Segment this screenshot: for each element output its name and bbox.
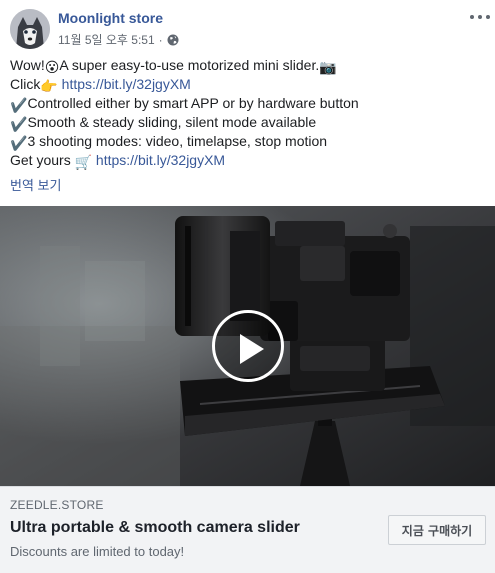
link-domain: ZEEDLE.STORE (10, 498, 104, 512)
link-description: Discounts are limited to today! (10, 544, 185, 559)
meta-separator: · (158, 32, 163, 47)
more-options-icon[interactable] (470, 10, 490, 24)
post-link-2[interactable]: https://bit.ly/32jgyXM (96, 152, 225, 168)
post-message: Wow!😮A super easy-to-use motorized mini … (10, 56, 485, 170)
link-preview-card[interactable]: ZEEDLE.STORE Ultra portable & smooth cam… (0, 486, 495, 573)
text-click: Click (10, 76, 41, 92)
post-timestamp[interactable]: 11월 5일 오후 5:51 (58, 31, 155, 48)
shopping-cart-icon: 🛒 (74, 154, 93, 170)
post-link-1[interactable]: https://bit.ly/32jgyXM (62, 76, 191, 92)
post-line-4: ✔️Smooth & steady sliding, silent mode a… (10, 113, 485, 132)
play-icon (240, 334, 264, 364)
page-avatar[interactable] (10, 9, 50, 49)
post-meta: 11월 5일 오후 5:51 · (58, 31, 179, 48)
link-title[interactable]: Ultra portable & smooth camera slider (10, 519, 300, 537)
play-button[interactable] (212, 310, 284, 382)
post-line-3: ✔️Controlled either by smart APP or by h… (10, 94, 485, 113)
post-line-6: Get yours 🛒 https://bit.ly/32jgyXM (10, 151, 485, 170)
text-feature-3: 3 shooting modes: video, timelapse, stop… (27, 133, 328, 149)
text-feature-1: Controlled either by smart APP or by har… (27, 95, 359, 111)
post-line-2: Click👉 https://bit.ly/32jgyXM (10, 75, 485, 94)
camera-icon: 📷 (319, 59, 337, 75)
text-feature-2: Smooth & steady sliding, silent mode ava… (27, 114, 317, 130)
page-name-link[interactable]: Moonlight store (58, 10, 163, 26)
globe-icon[interactable] (167, 34, 179, 46)
text-get-yours: Get yours (10, 152, 75, 168)
post-line-5: ✔️3 shooting modes: video, timelapse, st… (10, 132, 485, 151)
see-translation-link[interactable]: 번역 보기 (10, 175, 61, 194)
text-wow: Wow! (10, 57, 45, 73)
post-line-1: Wow!😮A super easy-to-use motorized mini … (10, 56, 485, 75)
text-headline: A super easy-to-use motorized mini slide… (59, 57, 320, 73)
shop-now-button[interactable]: 지금 구매하기 (388, 515, 486, 545)
post-header: Moonlight store 11월 5일 오후 5:51 · (0, 0, 495, 52)
